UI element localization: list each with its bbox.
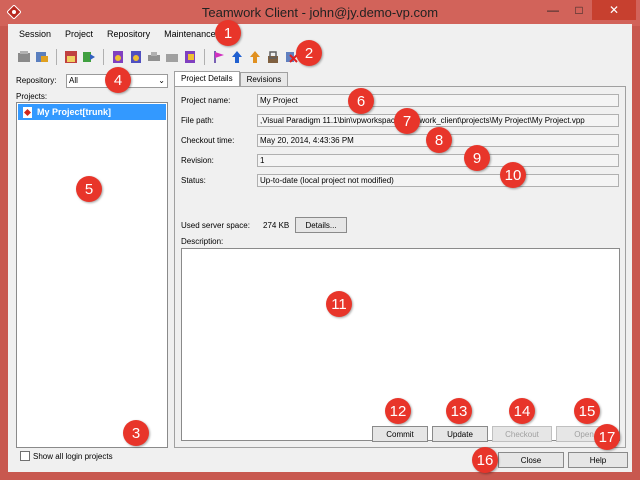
manage-project-icon[interactable] <box>63 49 79 65</box>
revision-label: Revision: <box>181 156 214 165</box>
callout-8: 8 <box>426 127 452 153</box>
status-field[interactable]: Up-to-date (local project not modified) <box>257 174 619 187</box>
show-all-checkbox[interactable] <box>20 451 30 461</box>
minimize-button[interactable]: — <box>540 0 566 20</box>
close-window-button[interactable]: ✕ <box>592 0 636 20</box>
callout-14: 14 <box>509 398 535 424</box>
callout-17: 17 <box>594 424 620 450</box>
flag-icon[interactable] <box>211 49 227 65</box>
callout-1: 1 <box>215 20 241 46</box>
client-area: Session Project Repository Maintenance R… <box>8 24 632 472</box>
details-button[interactable]: Details... <box>295 217 347 233</box>
branch-up-icon[interactable] <box>247 49 263 65</box>
title-bar: Teamwork Client - john@jy.demo-vp.com — … <box>0 0 640 26</box>
lock-icon[interactable] <box>265 49 281 65</box>
update-doc-icon[interactable] <box>128 49 144 65</box>
close-button[interactable]: Close <box>498 452 564 468</box>
edit-session-icon[interactable] <box>34 49 50 65</box>
menu-session[interactable]: Session <box>12 29 58 39</box>
callout-2: 2 <box>296 40 322 66</box>
used-space-label: Used server space: <box>181 221 250 230</box>
projects-panel: Repository: All ⌄ Projects: My Project[t… <box>10 70 172 470</box>
import-project-icon[interactable] <box>81 49 97 65</box>
open-session-icon[interactable] <box>16 49 32 65</box>
toolbar-separator <box>103 49 104 65</box>
status-label: Status: <box>181 176 206 185</box>
file-path-label: File path: <box>181 116 214 125</box>
callout-16: 16 <box>472 447 498 473</box>
callout-15: 15 <box>574 398 600 424</box>
repository-label: Repository: <box>16 76 57 85</box>
callout-7: 7 <box>394 108 420 134</box>
project-file-icon <box>23 106 32 118</box>
refresh-icon[interactable] <box>182 49 198 65</box>
toolbar-separator <box>56 49 57 65</box>
callout-5: 5 <box>76 176 102 202</box>
revision-field[interactable]: 1 <box>257 154 619 167</box>
project-list-item[interactable]: My Project[trunk] <box>18 104 166 120</box>
callout-12: 12 <box>385 398 411 424</box>
update-button[interactable]: Update <box>432 426 488 442</box>
description-label: Description: <box>181 237 224 246</box>
checkout-time-label: Checkout time: <box>181 136 235 145</box>
commit-doc-icon[interactable] <box>110 49 126 65</box>
callout-4: 4 <box>105 67 131 93</box>
up-arrow-icon[interactable] <box>229 49 245 65</box>
menu-maintenance[interactable]: Maintenance <box>157 29 223 39</box>
used-space-value: 274 KB <box>263 221 290 230</box>
branch-icon[interactable] <box>146 49 162 65</box>
callout-11: 11 <box>326 291 352 317</box>
tab-revisions[interactable]: Revisions <box>239 72 289 87</box>
project-details-panel: Project name: My Project File path: ,Vis… <box>174 86 626 448</box>
projects-label: Projects: <box>16 92 48 101</box>
project-name-text: My Project[trunk] <box>37 107 112 117</box>
project-list[interactable]: My Project[trunk] <box>16 102 168 448</box>
callout-6: 6 <box>348 88 374 114</box>
help-button[interactable]: Help <box>568 452 628 468</box>
menu-bar: Session Project Repository Maintenance <box>8 24 632 44</box>
chevron-down-icon: ⌄ <box>158 76 165 85</box>
callout-3: 3 <box>123 420 149 446</box>
callout-13: 13 <box>446 398 472 424</box>
toolbar-separator <box>204 49 205 65</box>
commit-button[interactable]: Commit <box>372 426 428 442</box>
callout-9: 9 <box>464 145 490 171</box>
menu-project[interactable]: Project <box>58 29 100 39</box>
show-all-label: Show all login projects <box>33 451 113 461</box>
callout-10: 10 <box>500 162 526 188</box>
tab-strip: Project Details Revisions <box>174 71 289 87</box>
maximize-button[interactable]: □ <box>566 0 592 20</box>
merge-icon[interactable] <box>164 49 180 65</box>
app-window: Teamwork Client - john@jy.demo-vp.com — … <box>0 0 640 480</box>
menu-repository[interactable]: Repository <box>100 29 157 39</box>
tab-project-details[interactable]: Project Details <box>174 71 240 87</box>
checkout-button[interactable]: Checkout <box>492 426 552 442</box>
show-all-login-projects[interactable]: Show all login projects <box>20 451 113 461</box>
file-path-field[interactable]: ,Visual Paradigm 11.1\bin\vpworkspace\te… <box>257 114 619 127</box>
project-name-field[interactable]: My Project <box>257 94 619 107</box>
project-name-label: Project name: <box>181 96 231 105</box>
repository-value: All <box>69 76 78 85</box>
